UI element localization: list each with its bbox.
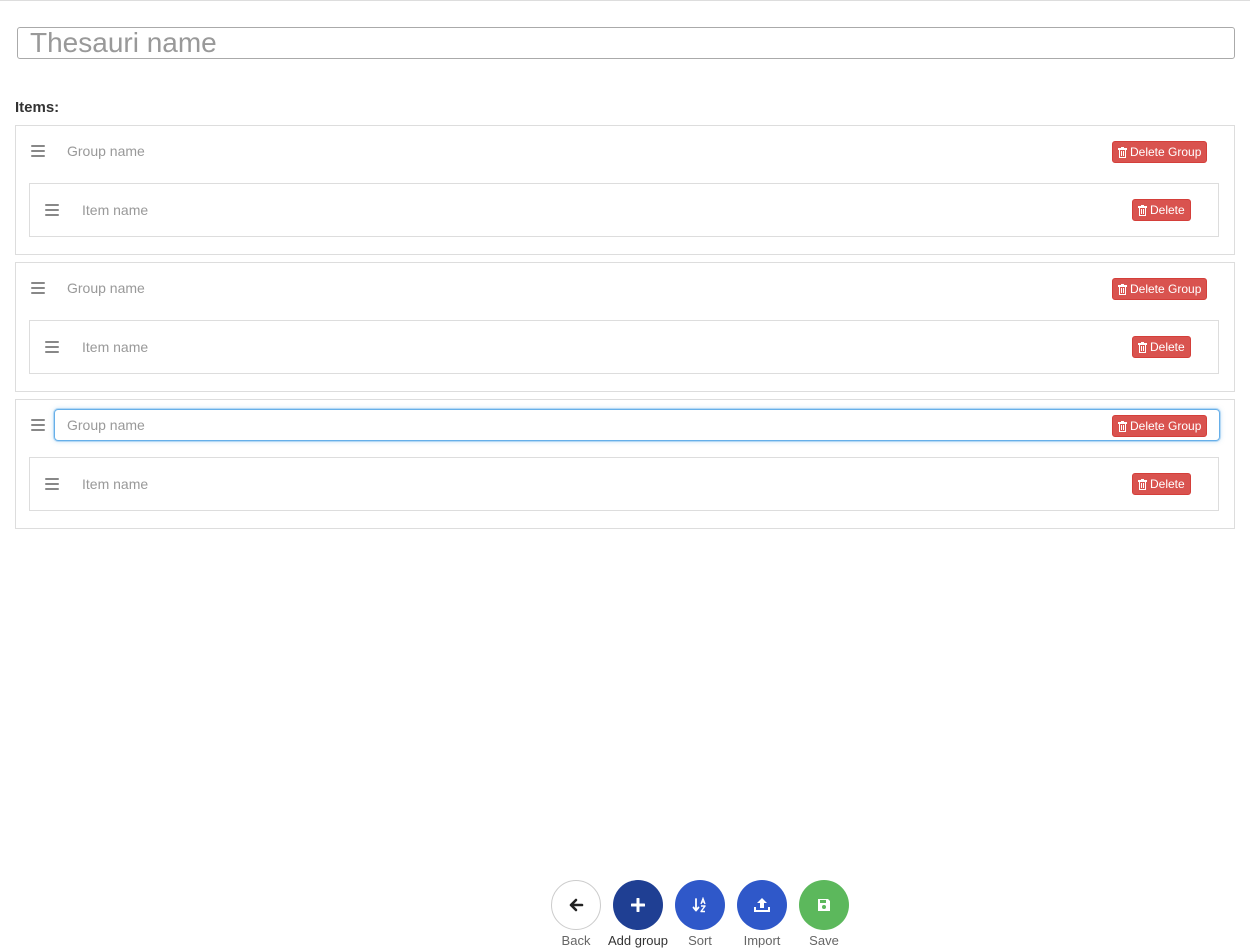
upload-icon (754, 898, 770, 912)
delete-item-button[interactable]: Delete (1132, 336, 1191, 358)
add-group-button[interactable]: Add group (608, 880, 668, 950)
group-name-input[interactable] (54, 272, 1220, 304)
drag-handle-icon[interactable] (31, 145, 45, 157)
action-bar: Back Add group Sort Import Save (551, 880, 849, 950)
item-name-input[interactable] (69, 468, 1159, 500)
thesaurus-item: Delete (29, 457, 1219, 511)
delete-item-label: Delete (1150, 203, 1185, 217)
drag-handle-icon[interactable] (45, 341, 59, 353)
delete-item-label: Delete (1150, 477, 1185, 491)
back-circle[interactable] (551, 880, 601, 930)
delete-item-button[interactable]: Delete (1132, 473, 1191, 495)
items-heading: Items: (15, 99, 60, 116)
item-name-input[interactable] (69, 331, 1159, 363)
drag-handle-icon[interactable] (31, 419, 45, 431)
trash-icon (1138, 204, 1147, 216)
trash-icon (1118, 283, 1127, 295)
delete-group-button[interactable]: Delete Group (1112, 141, 1208, 163)
arrow-left-icon (569, 898, 584, 912)
group-header: Delete Group (16, 263, 1234, 313)
drag-handle-icon[interactable] (45, 204, 59, 216)
item-name-input[interactable] (69, 194, 1159, 226)
save-label: Save (809, 933, 839, 948)
thesaurus-group: Delete Group Delete (15, 399, 1235, 529)
delete-item-button[interactable]: Delete (1132, 199, 1191, 221)
sort-alpha-icon (692, 897, 706, 913)
back-label: Back (561, 933, 591, 948)
thesaurus-group: Delete Group Delete (15, 262, 1235, 392)
plus-icon (631, 898, 645, 912)
drag-handle-icon[interactable] (31, 282, 45, 294)
save-circle[interactable] (799, 880, 849, 930)
group-name-input[interactable] (54, 135, 1220, 167)
trash-icon (1118, 146, 1127, 158)
delete-group-label: Delete Group (1130, 145, 1202, 159)
save-button[interactable]: Save (799, 880, 849, 950)
trash-icon (1138, 478, 1147, 490)
trash-icon (1138, 341, 1147, 353)
thesauri-name-input[interactable] (17, 27, 1235, 59)
delete-group-label: Delete Group (1130, 282, 1202, 296)
group-name-input[interactable] (54, 409, 1220, 441)
add-group-label: Add group (608, 933, 668, 948)
thesaurus-item: Delete (29, 320, 1219, 374)
group-header: Delete Group (16, 126, 1234, 176)
import-label: Import (743, 933, 781, 948)
delete-group-label: Delete Group (1130, 419, 1202, 433)
sort-circle[interactable] (675, 880, 725, 930)
import-circle[interactable] (737, 880, 787, 930)
group-header: Delete Group (16, 400, 1234, 450)
trash-icon (1118, 420, 1127, 432)
thesaurus-item: Delete (29, 183, 1219, 237)
import-button[interactable]: Import (737, 880, 787, 950)
delete-item-label: Delete (1150, 340, 1185, 354)
sort-button[interactable]: Sort (675, 880, 725, 950)
add-group-circle[interactable] (613, 880, 663, 930)
delete-group-button[interactable]: Delete Group (1112, 278, 1208, 300)
save-icon (818, 899, 830, 911)
sort-label: Sort (688, 933, 712, 948)
delete-group-button[interactable]: Delete Group (1112, 415, 1208, 437)
back-button[interactable]: Back (551, 880, 601, 950)
top-divider (0, 0, 1250, 1)
drag-handle-icon[interactable] (45, 478, 59, 490)
thesaurus-group: Delete Group Delete (15, 125, 1235, 255)
